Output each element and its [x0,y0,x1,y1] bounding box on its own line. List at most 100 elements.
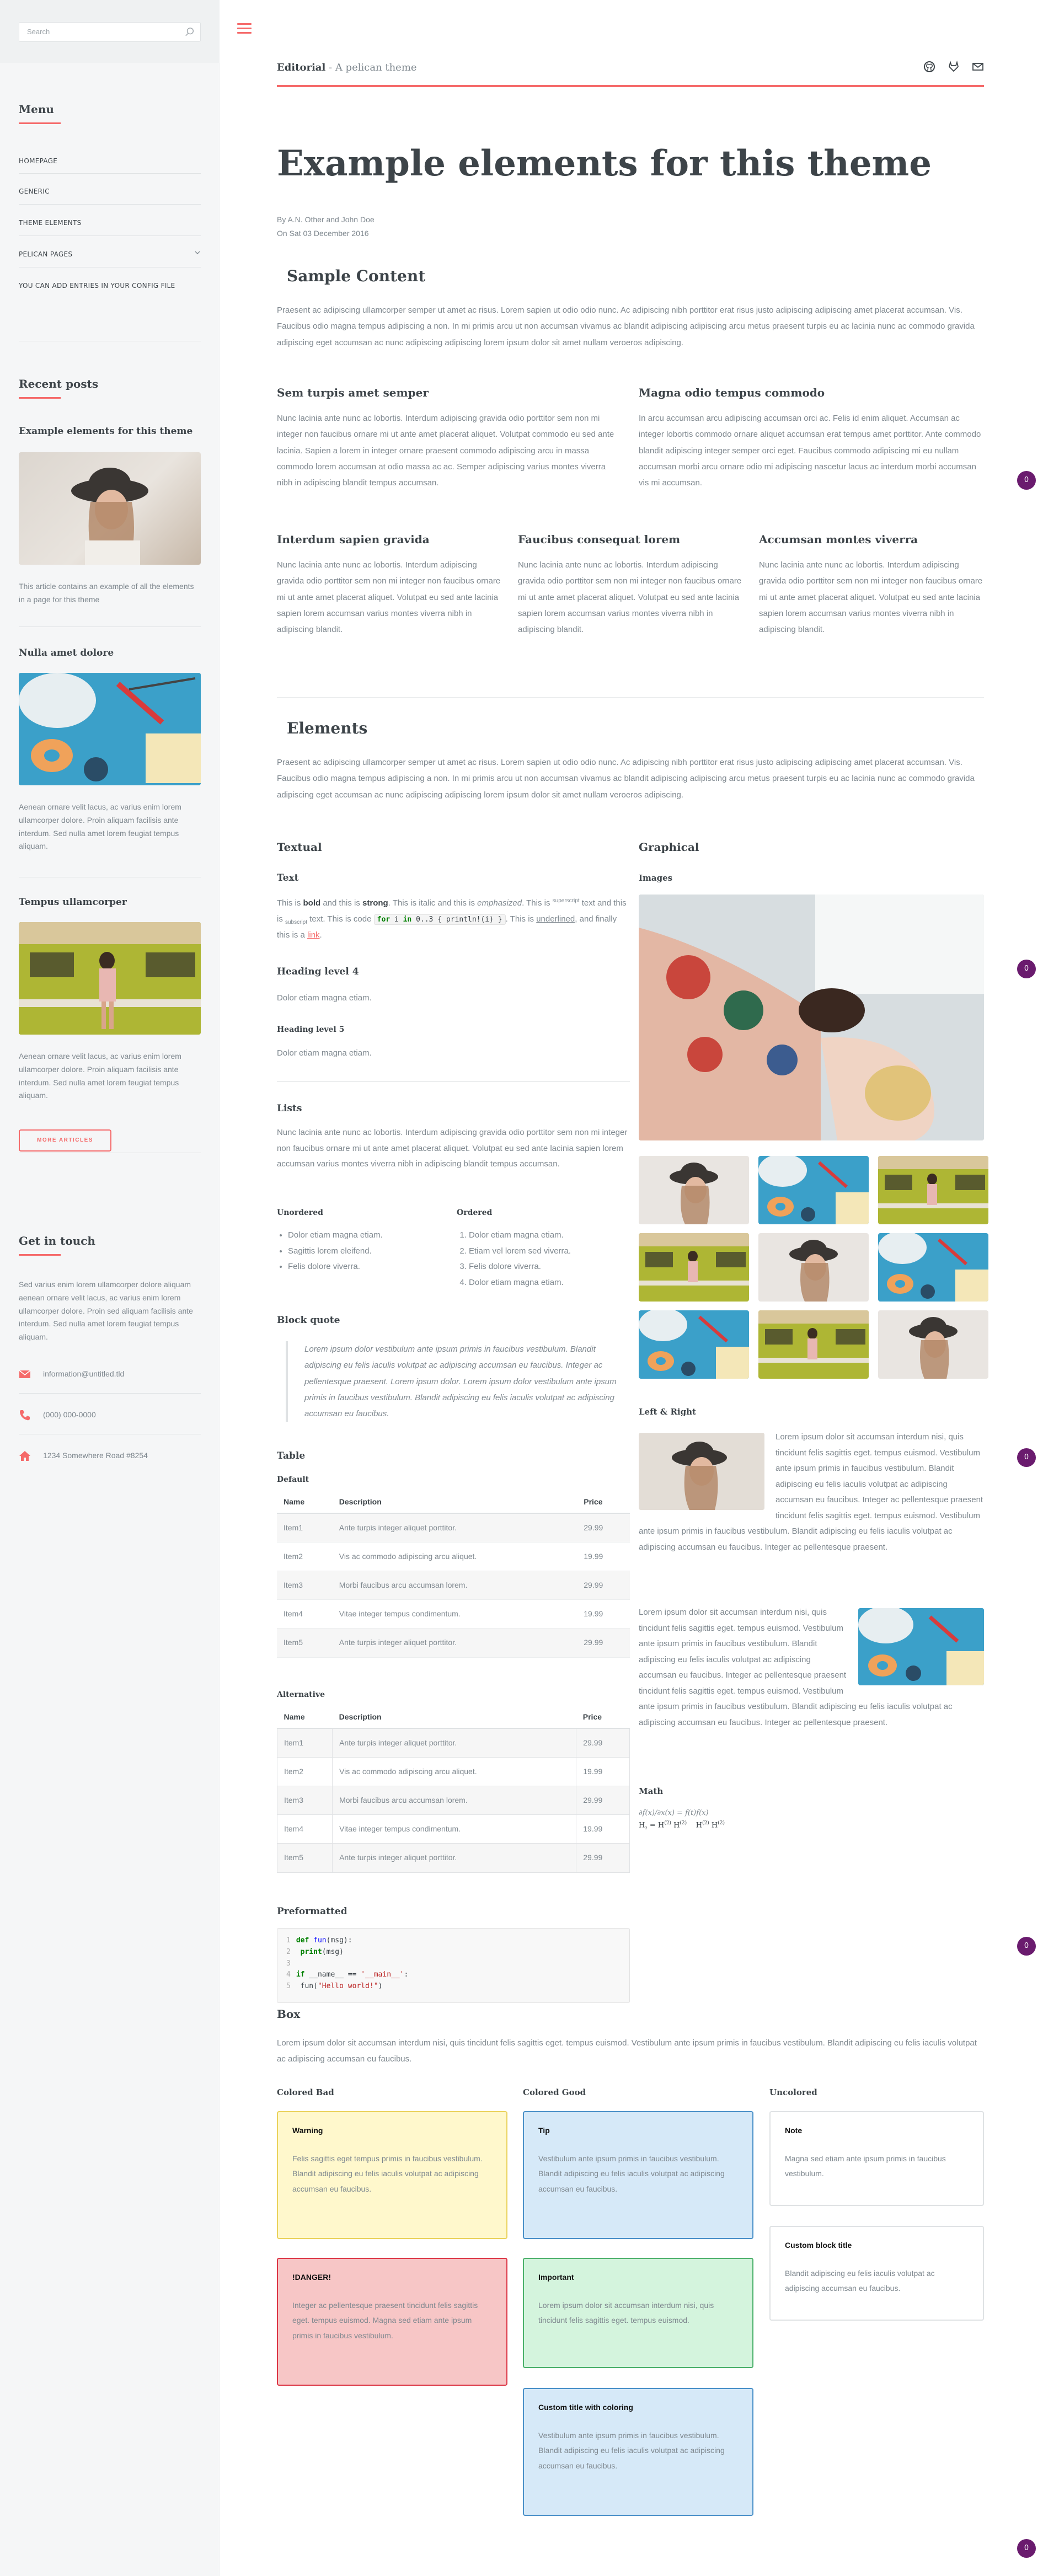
math-heading: Math [639,1786,664,1796]
section-heading: Elements [287,719,368,737]
h4-text: Dolor etiam magna etiam. [277,993,372,1003]
authors: By A.N. Other and John Doe [277,215,375,224]
column-header: Name [277,1706,333,1729]
column-header: Price [577,1491,630,1514]
list-item: Felis dolore viverra. [288,1259,453,1275]
chevron-down-icon[interactable] [194,249,201,256]
box-body: Vestibulum ante ipsum primis in faucibus… [538,2431,725,2470]
post-title[interactable]: Tempus ullamcorper [19,895,201,910]
blockquote-heading: Block quote [277,1315,340,1326]
gitlab-icon[interactable] [948,61,960,73]
notification-badge[interactable]: 0 [1017,2539,1036,2558]
craft-tools-photo [878,1233,988,1302]
gallery-thumbnail[interactable] [878,1310,988,1379]
table-cell: 19.99 [576,1814,630,1844]
menu-divider [19,235,201,236]
warning-box: Warning Felis sagittis eget tempus primi… [277,2111,507,2239]
contact-email[interactable]: information@untitled.tld [19,1368,201,1380]
table-cell: Item2 [276,1757,333,1787]
notification-badge[interactable]: 0 [1017,1937,1036,1956]
ordered-list: Dolor etiam magna etiam. Etiam vel lorem… [469,1228,634,1290]
post-title[interactable]: Example elements for this theme [19,424,201,439]
list-item: Dolor etiam magna etiam. [288,1228,453,1244]
contact-phone[interactable]: (000) 000-0000 [19,1409,201,1421]
craft-tools-photo [758,1156,869,1224]
column-text: Nunc lacinia ante nunc ac lobortis. Inte… [759,560,983,634]
search-input[interactable]: Search [19,22,201,42]
github-icon[interactable] [923,61,935,73]
phone-text: (000) 000-0000 [43,1410,96,1419]
danger-box: !DANGER! Integer ac pellentesque praesen… [277,2258,507,2386]
main-content: Editorial - A pelican theme Example elem… [220,0,1059,2576]
graphical-heading: Graphical [639,840,699,854]
column-heading: Sem turpis amet semper [277,386,429,399]
column-header: Description [332,1706,576,1729]
list-item: Sagittis lorem eleifend. [288,1244,453,1260]
left-right-heading: Left & Right [639,1407,696,1417]
gallery-thumbnail[interactable] [758,1156,869,1224]
table-row: Item3 Morbi faucibus arcu accumsan lorem.… [277,1571,630,1600]
notification-badge[interactable]: 0 [1017,471,1036,490]
alternative-table: Name Description Price Item1 Ante turpis … [276,1706,630,1873]
blockquote: Lorem ipsum dolor vestibulum ante ipsum … [286,1341,630,1422]
column-text: Nunc lacinia ante nunc ac lobortis. Inte… [277,560,501,634]
code-block: 1 def fun(msg): 2 print(msg) 3 4 if __name… [277,1928,630,2003]
more-articles-button[interactable]: MORE ARTICLES [19,1129,111,1152]
table-cell: 29.99 [576,1786,630,1815]
mail-icon[interactable] [972,61,984,73]
table-row: Item4 Vitae integer tempus condimentum. 19… [277,1599,630,1629]
byline: By A.N. Other and John Doe On Sat 03 Dec… [277,213,375,240]
post-image[interactable] [19,452,201,565]
table-cell: 19.99 [577,1542,630,1572]
menu-item-generic[interactable]: GENERIC [19,186,201,197]
post-title[interactable]: Nulla amet dolore [19,645,201,661]
contact-heading: Get in touch [19,1232,95,1256]
default-table-heading: Default [277,1475,309,1484]
notification-badge[interactable]: 0 [1017,1448,1036,1467]
box-body: Blandit adipiscing eu felis iaculis volu… [785,2269,935,2293]
uncolored-heading: Uncolored [769,2087,817,2097]
table-row: Item5 Ante turpis integer aliquet porttit… [277,1628,630,1658]
search-icon[interactable] [185,27,195,37]
custom-colored-box: Custom title with coloring Vestibulum an… [523,2388,753,2516]
publish-date: On Sat 03 December 2016 [277,229,369,238]
post-image[interactable] [19,922,201,1035]
table-cell: 19.99 [577,1599,630,1629]
gallery-thumbnail[interactable] [878,1156,988,1224]
featured-image[interactable] [639,895,984,1140]
default-table: Name Description Price Item1 Ante turpis … [277,1491,630,1658]
gallery-thumbnail[interactable] [758,1310,869,1379]
divider [277,1081,630,1082]
column-heading: Magna odio tempus commodo [639,386,825,399]
menu-item-theme-elements[interactable]: THEME ELEMENTS [19,218,201,229]
menu-item-homepage[interactable]: HOMEPAGE [19,156,201,167]
menu-item-pelican-pages[interactable]: PELICAN PAGES [19,249,201,260]
menu-toggle-icon[interactable] [237,23,252,34]
column-text: Nunc lacinia ante nunc ac lobortis. Inte… [277,414,614,488]
notification-badge[interactable]: 0 [1017,960,1036,978]
sidebar: Search Menu HOMEPAGE GENERIC THEME ELEME… [0,0,220,2576]
gallery-thumbnail[interactable] [758,1233,869,1302]
left-right-text: Lorem ipsum dolor sit accumsan interdum … [639,1605,984,1731]
box-body: Felis sagittis eget tempus primis in fau… [292,2154,483,2193]
note-box: Note Magna sed etiam ante ipsum primis i… [769,2111,984,2206]
post-excerpt: Aenean ornare velit lacus, ac varius eni… [19,802,181,851]
box-intro: Lorem ipsum dolor sit accumsan interdum … [277,2038,977,2064]
menu-item-config[interactable]: YOU CAN ADD ENTRIES IN YOUR CONFIG FILE [19,280,201,291]
post-image[interactable] [19,673,201,785]
box-title: !DANGER! [292,2273,331,2282]
gallery-thumbnail[interactable] [878,1233,988,1302]
gallery-thumbnail[interactable] [639,1310,749,1379]
table-cell: Item4 [277,1599,333,1629]
tattoo-photo [639,895,984,1140]
column-text: In arcu accumsan arcu adipiscing accumsa… [639,414,981,488]
table-cell: Item1 [277,1513,333,1543]
heading-level-4: Heading level 4 [277,966,359,977]
gallery-thumbnail[interactable] [639,1156,749,1224]
table-row: Item2 Vis ac commodo adipiscing arcu aliq… [276,1757,630,1787]
table-heading: Table [277,1450,306,1461]
table-row: Item2 Vis ac commodo adipiscing arcu aliq… [277,1542,630,1572]
important-box: Important Lorem ipsum dolor sit accumsan… [523,2258,753,2368]
brand[interactable]: Editorial - A pelican theme [277,60,417,76]
gallery-thumbnail[interactable] [639,1233,749,1302]
